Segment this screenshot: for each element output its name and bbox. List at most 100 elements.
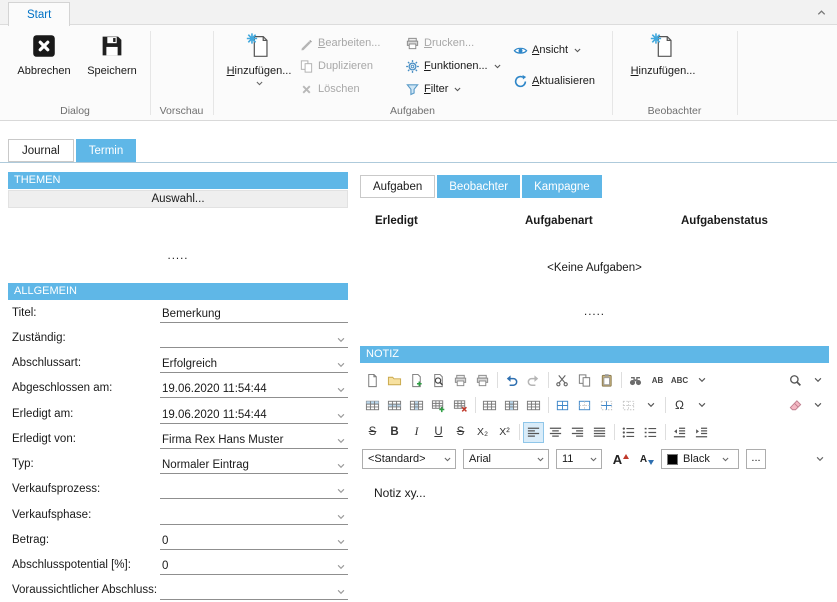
typ-select[interactable]: Normaler Eintrag — [160, 454, 348, 474]
chevron-down-icon[interactable] — [336, 537, 346, 547]
erledigt-am-select[interactable]: 19.06.2020 11:54:44 — [160, 404, 348, 424]
chevron-down-icon[interactable] — [336, 562, 346, 572]
tab-start[interactable]: Start — [8, 2, 70, 26]
open-icon[interactable] — [384, 370, 405, 391]
verkaufsprozess-select[interactable] — [160, 479, 348, 499]
titel-input[interactable]: Bemerkung — [160, 303, 348, 323]
no-borders-icon[interactable] — [618, 395, 639, 416]
redo-icon[interactable] — [523, 370, 544, 391]
special-character-icon[interactable]: Ω — [669, 395, 690, 416]
chevron-down-icon[interactable] — [336, 335, 346, 345]
replace-icon[interactable]: AB — [647, 370, 668, 391]
insert-row-icon[interactable] — [428, 395, 449, 416]
editor-overflow-chevron-icon[interactable] — [815, 454, 825, 464]
toolbar-more-chevron-icon[interactable] — [691, 370, 712, 391]
bullet-list-icon[interactable] — [618, 422, 639, 443]
align-left-icon[interactable] — [523, 422, 544, 443]
duplizieren-button[interactable]: Duplizieren — [299, 56, 373, 76]
chevron-down-icon[interactable] — [336, 512, 346, 522]
funktionen-button[interactable]: Funktionen... — [405, 56, 502, 76]
tab-kampagne[interactable]: Kampagne — [522, 175, 602, 198]
font-family-select[interactable]: Arial — [463, 449, 549, 469]
column-header-erledigt[interactable]: Erledigt — [375, 215, 418, 227]
collapse-ribbon-icon[interactable] — [816, 7, 827, 18]
abbrechen-button[interactable]: Abbrechen — [8, 28, 80, 106]
increase-indent-icon[interactable] — [691, 422, 712, 443]
hinzufuegen-aufgabe-button[interactable]: Hinzufügen... — [223, 28, 295, 106]
undo-icon[interactable] — [501, 370, 522, 391]
spellcheck-icon[interactable]: ABC — [669, 370, 690, 391]
paste-icon[interactable] — [596, 370, 617, 391]
decrease-indent-icon[interactable] — [669, 422, 690, 443]
drucken-button[interactable]: Drucken... — [405, 33, 474, 53]
italic-icon[interactable]: I — [406, 422, 427, 443]
table-grid-icon[interactable] — [523, 395, 544, 416]
auswahl-button[interactable]: Auswahl... — [8, 190, 348, 208]
align-justify-icon[interactable] — [589, 422, 610, 443]
format-eraser-chevron-icon[interactable] — [807, 395, 828, 416]
delete-cells-icon[interactable] — [450, 395, 471, 416]
column-header-aufgabenstatus[interactable]: Aufgabenstatus — [681, 215, 768, 227]
abschlussart-select[interactable]: Erfolgreich — [160, 353, 348, 373]
tab-termin[interactable]: Termin — [76, 139, 137, 162]
ansicht-button[interactable]: Ansicht — [513, 40, 582, 60]
speichern-button[interactable]: Speichern — [76, 28, 148, 106]
font-color-button[interactable]: Black — [661, 449, 739, 469]
hinzufuegen-beobachter-button[interactable]: Hinzufügen... — [627, 28, 699, 106]
print-icon[interactable] — [450, 370, 471, 391]
erledigt-von-select[interactable]: Firma Rex Hans Muster — [160, 429, 348, 449]
chevron-down-icon[interactable] — [336, 411, 346, 421]
merge-cells-icon[interactable] — [479, 395, 500, 416]
chevron-down-icon[interactable] — [336, 360, 346, 370]
bold-icon[interactable]: B — [384, 422, 405, 443]
tab-journal[interactable]: Journal — [8, 139, 74, 162]
shrink-font-button[interactable]: A — [635, 449, 659, 470]
zustaendig-select[interactable] — [160, 328, 348, 348]
tab-beobachter[interactable]: Beobachter — [437, 175, 520, 198]
filter-button[interactable]: Filter — [405, 79, 462, 99]
verkaufsphase-select[interactable] — [160, 505, 348, 525]
find-icon[interactable] — [625, 370, 646, 391]
quick-print-icon[interactable] — [472, 370, 493, 391]
import-file-icon[interactable] — [406, 370, 427, 391]
bearbeiten-button[interactable]: Bearbeiten... — [299, 33, 380, 53]
cut-icon[interactable] — [552, 370, 573, 391]
tab-aufgaben[interactable]: Aufgaben — [360, 175, 435, 198]
table-more-chevron-icon[interactable] — [640, 395, 661, 416]
voraussichtlicher-abschluss-select[interactable] — [160, 580, 348, 600]
chevron-down-icon[interactable] — [336, 486, 346, 496]
font-size-select[interactable]: 11 — [556, 449, 602, 469]
abgeschlossen-am-select[interactable]: 19.06.2020 11:54:44 — [160, 378, 348, 398]
underline-icon[interactable]: U — [428, 422, 449, 443]
grow-font-button[interactable]: A — [609, 449, 633, 470]
print-preview-icon[interactable] — [428, 370, 449, 391]
more-options-button[interactable]: ... — [746, 449, 766, 469]
align-right-icon[interactable] — [567, 422, 588, 443]
split-cells-icon[interactable] — [501, 395, 522, 416]
betrag-input[interactable]: 0 — [160, 530, 348, 550]
format-eraser-icon[interactable] — [785, 395, 806, 416]
strikethrough-icon[interactable]: S — [362, 422, 383, 443]
paragraph-style-select[interactable]: <Standard> — [362, 449, 456, 469]
insert-table-icon[interactable] — [362, 395, 383, 416]
numbered-list-icon[interactable] — [640, 422, 661, 443]
zoom-chevron-icon[interactable] — [807, 370, 828, 391]
column-header-aufgabenart[interactable]: Aufgabenart — [525, 215, 593, 227]
loeschen-button[interactable]: Löschen — [299, 79, 360, 99]
inside-borders-icon[interactable] — [596, 395, 617, 416]
abschlusspotential-input[interactable]: 0 — [160, 555, 348, 575]
table-column-icon[interactable] — [406, 395, 427, 416]
align-center-icon[interactable] — [545, 422, 566, 443]
superscript-icon[interactable]: X² — [494, 422, 515, 443]
outside-borders-icon[interactable] — [574, 395, 595, 416]
copy-icon[interactable] — [574, 370, 595, 391]
aktualisieren-button[interactable]: Aktualisieren — [513, 71, 595, 91]
subscript-icon[interactable]: X₂ — [472, 422, 493, 443]
chevron-down-icon[interactable] — [336, 461, 346, 471]
table-row-icon[interactable] — [384, 395, 405, 416]
chevron-down-icon[interactable] — [336, 436, 346, 446]
zoom-icon[interactable] — [785, 370, 806, 391]
chevron-down-icon[interactable] — [336, 587, 346, 597]
all-borders-icon[interactable] — [552, 395, 573, 416]
notiz-editor[interactable]: Notiz xy... — [360, 474, 829, 596]
